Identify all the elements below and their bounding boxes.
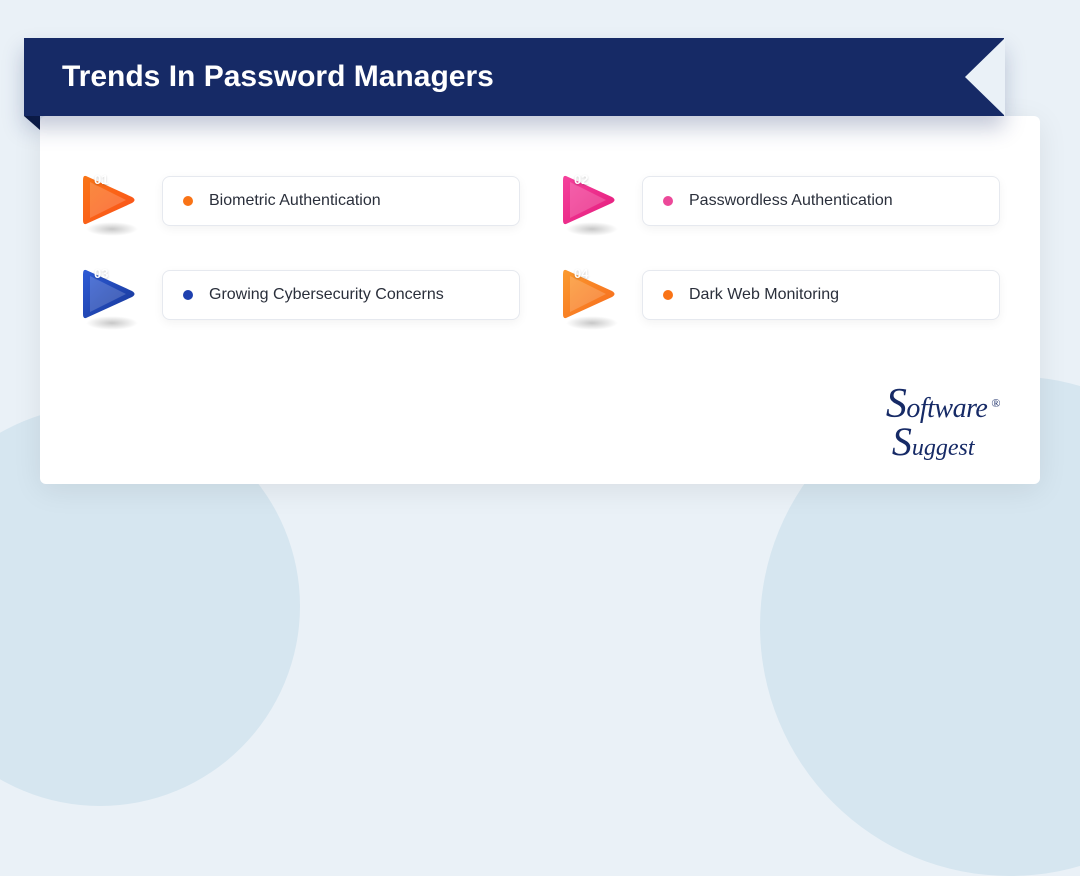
item-pill: Dark Web Monitoring (642, 270, 1000, 320)
item-pill: Growing Cybersecurity Concerns (162, 270, 520, 320)
item-label: Passwordless Authentication (689, 192, 893, 210)
arrow-badge: 04 (560, 266, 624, 324)
play-arrow-icon (560, 172, 620, 228)
play-arrow-icon (80, 266, 140, 322)
item-number: 02 (574, 172, 588, 187)
arrow-badge: 03 (80, 266, 144, 324)
bullet-dot-icon (183, 290, 193, 300)
item-label: Biometric Authentication (209, 192, 381, 210)
item-number: 03 (94, 266, 108, 281)
banner-fold (24, 116, 40, 130)
play-arrow-icon (560, 266, 620, 322)
trend-item: 01 Biometric Authentication (80, 172, 520, 230)
arrow-badge: 02 (560, 172, 624, 230)
content-card: 01 Biometric Authentication 02 (40, 116, 1040, 484)
item-number: 04 (574, 266, 588, 281)
item-label: Growing Cybersecurity Concerns (209, 286, 444, 304)
brand-line2: Suggest (892, 424, 1000, 460)
item-pill: Biometric Authentication (162, 176, 520, 226)
trend-item: 03 Growing Cybersecurity Concerns (80, 266, 520, 324)
play-arrow-icon (80, 172, 140, 228)
trend-item: 04 Dark Web Monitoring (560, 266, 1000, 324)
title-banner: Trends In Password Managers (24, 38, 1004, 116)
page-title: Trends In Password Managers (62, 60, 494, 94)
item-pill: Passwordless Authentication (642, 176, 1000, 226)
bullet-dot-icon (663, 196, 673, 206)
arrow-badge: 01 (80, 172, 144, 230)
trend-item: 02 Passwordless Authentication (560, 172, 1000, 230)
brand-logo: Software® Suggest (886, 386, 1000, 460)
item-number: 01 (94, 172, 108, 187)
items-grid: 01 Biometric Authentication 02 (80, 172, 1000, 324)
bullet-dot-icon (663, 290, 673, 300)
item-label: Dark Web Monitoring (689, 286, 839, 304)
bullet-dot-icon (183, 196, 193, 206)
